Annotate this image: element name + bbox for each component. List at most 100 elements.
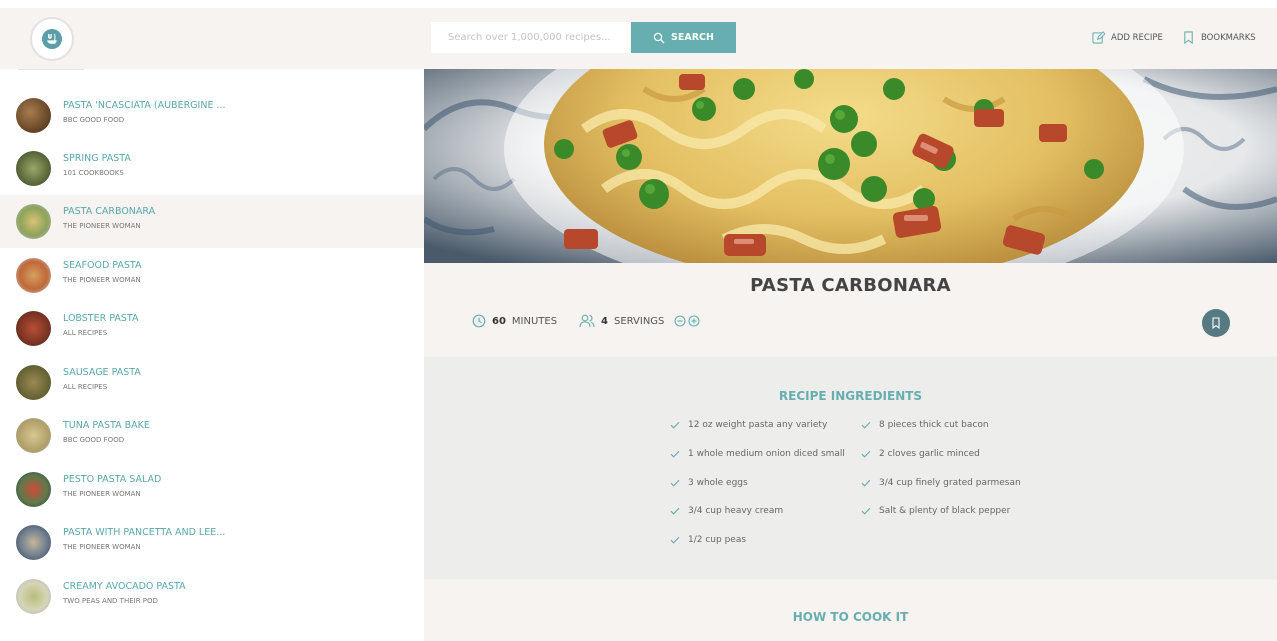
search-results-list: PASTA 'NCASCIATA (AUBERGINE ... BBC GOOD… [0,69,424,641]
cooking-time: 60 MINUTES [472,314,557,328]
list-item[interactable]: TUNA PASTA BAKE BBC GOOD FOOD [0,409,424,462]
ingredient-item: Salt & plenty of black pepper [861,506,1010,516]
list-item[interactable]: SAUSAGE PASTA ALL RECIPES [0,356,424,409]
check-icon [861,507,871,515]
ingredients-section: RECIPE INGREDIENTS 12 oz weight pasta an… [424,357,1277,579]
ingredient-item: 3/4 cup heavy cream [670,506,783,516]
decrease-servings-icon[interactable] [674,315,686,327]
add-recipe-label: ADD RECIPE [1111,32,1163,43]
bookmarks-button[interactable]: BOOKMARKS [1182,31,1256,44]
recipe-image [424,69,1277,263]
bookmark-recipe-button[interactable] [1202,309,1230,337]
cooking-time-value: 60 [492,315,506,327]
check-icon [861,421,871,429]
list-item[interactable]: SEAFOOD PASTA THE PIONEER WOMAN [0,249,424,302]
ingredient-text: 12 oz weight pasta any variety [688,420,828,430]
recipe-publisher: TWO PEAS AND THEIR POD [63,597,158,605]
recipe-publisher: THE PIONEER WOMAN [63,490,141,498]
recipe-publisher: ALL RECIPES [63,383,108,391]
check-icon [670,507,680,515]
ingredient-text: 3 whole eggs [688,478,748,488]
list-item[interactable]: SPRING PASTA 101 COOKBOOKS [0,142,424,195]
recipe-title: PESTO PASTA SALAD [63,474,162,485]
ingredient-text: 1/2 cup peas [688,535,747,545]
ingredient-text: 2 cloves garlic minced [879,449,980,459]
list-item-active[interactable]: PASTA CARBONARA THE PIONEER WOMAN [0,195,424,248]
recipe-title: PASTA 'NCASCIATA (AUBERGINE ... [63,100,226,111]
ingredient-item: 3 whole eggs [670,478,748,488]
recipe-thumbnail [16,579,51,614]
recipe-publisher: BBC GOOD FOOD [63,436,125,444]
servings-label: SERVINGS [613,315,665,327]
forkify-logo-icon [42,29,62,49]
ingredient-item: 12 oz weight pasta any variety [670,420,827,430]
ingredient-item: 2 cloves garlic minced [861,449,980,459]
recipe-thumbnail [16,258,51,293]
increase-servings-icon[interactable] [688,315,700,327]
recipe-publisher: ALL RECIPES [63,329,108,337]
header: SEARCH ADD RECIPE BOOKMARKS [0,8,1277,69]
search-input[interactable] [431,22,630,53]
list-item[interactable]: PESTO PASTA SALAD THE PIONEER WOMAN [0,463,424,516]
recipe-title: CREAMY AVOCADO PASTA [63,581,186,592]
recipe-publisher: BBC GOOD FOOD [63,116,125,124]
servings-stepper [674,315,700,327]
clock-icon [472,314,486,328]
recipe-title: LOBSTER PASTA [63,313,139,324]
users-icon [579,314,595,328]
recipe-publisher: 101 COOKBOOKS [63,169,124,177]
edit-icon [1092,31,1105,44]
check-icon [861,479,871,487]
ingredient-item: 8 pieces thick cut bacon [861,420,989,430]
ingredient-text: 1 whole medium onion diced small [688,449,845,459]
list-item[interactable]: CREAMY AVOCADO PASTA TWO PEAS AND THEIR … [0,570,424,623]
list-item[interactable]: LOBSTER PASTA ALL RECIPES [0,302,424,355]
bookmark-icon [1184,31,1193,44]
logo[interactable] [30,17,74,61]
recipe-title: SPRING PASTA [63,153,131,164]
recipe-photo [424,69,1277,263]
recipe-publisher: THE PIONEER WOMAN [63,276,141,284]
bookmark-icon [1212,317,1220,329]
ingredient-text: Salt & plenty of black pepper [879,506,1011,516]
recipe-thumbnail [16,311,51,346]
recipe-title: PASTA CARBONARA [63,206,156,217]
check-icon [670,479,680,487]
recipe-thumbnail [16,525,51,560]
recipe-title: SEAFOOD PASTA [63,260,142,271]
list-item[interactable]: PASTA WITH PANCETTA AND LEE... THE PIONE… [0,516,424,569]
recipe-title: SAUSAGE PASTA [63,367,141,378]
recipe-title: PASTA WITH PANCETTA AND LEE... [63,527,226,538]
list-item[interactable]: PASTA 'NCASCIATA (AUBERGINE ... BBC GOOD… [0,89,424,142]
ingredient-item: 1/2 cup peas [670,535,746,545]
app: SEARCH ADD RECIPE BOOKMARKS PASTA 'NCASC… [0,0,1277,641]
cooking-time-label: MINUTES [511,315,558,327]
recipe-publisher: THE PIONEER WOMAN [63,222,141,230]
recipe-thumbnail [16,472,51,507]
recipe-title-heading: PASTA CARBONARA [750,275,951,296]
ingredient-text: 3/4 cup finely grated parmesan [879,478,1021,488]
check-icon [670,450,680,458]
ingredient-item: 3/4 cup finely grated parmesan [861,478,1021,488]
search-button[interactable]: SEARCH [631,22,736,53]
ingredient-text: 8 pieces thick cut bacon [879,420,989,430]
ingredients-title: RECIPE INGREDIENTS [778,389,923,403]
add-recipe-button[interactable]: ADD RECIPE [1092,31,1163,44]
recipe-thumbnail [16,204,51,239]
fork-knife-icon [47,33,57,44]
bookmarks-label: BOOKMARKS [1201,32,1256,43]
check-icon [670,536,680,544]
ingredient-text: 3/4 cup heavy cream [688,506,784,516]
search-icon [653,32,665,43]
recipe-thumbnail [16,98,51,133]
recipe-thumbnail [16,365,51,400]
recipe-thumbnail [16,418,51,453]
sidebar-divider [18,69,84,70]
ingredient-item: 1 whole medium onion diced small [670,449,845,459]
servings-value: 4 [601,315,608,327]
search-box [431,22,630,53]
servings: 4 SERVINGS [579,314,700,328]
recipe-view: PASTA CARBONARA 60 MINUTES 4 SERVINGS RE… [424,69,1277,641]
check-icon [670,421,680,429]
search-button-label: SEARCH [671,32,714,43]
